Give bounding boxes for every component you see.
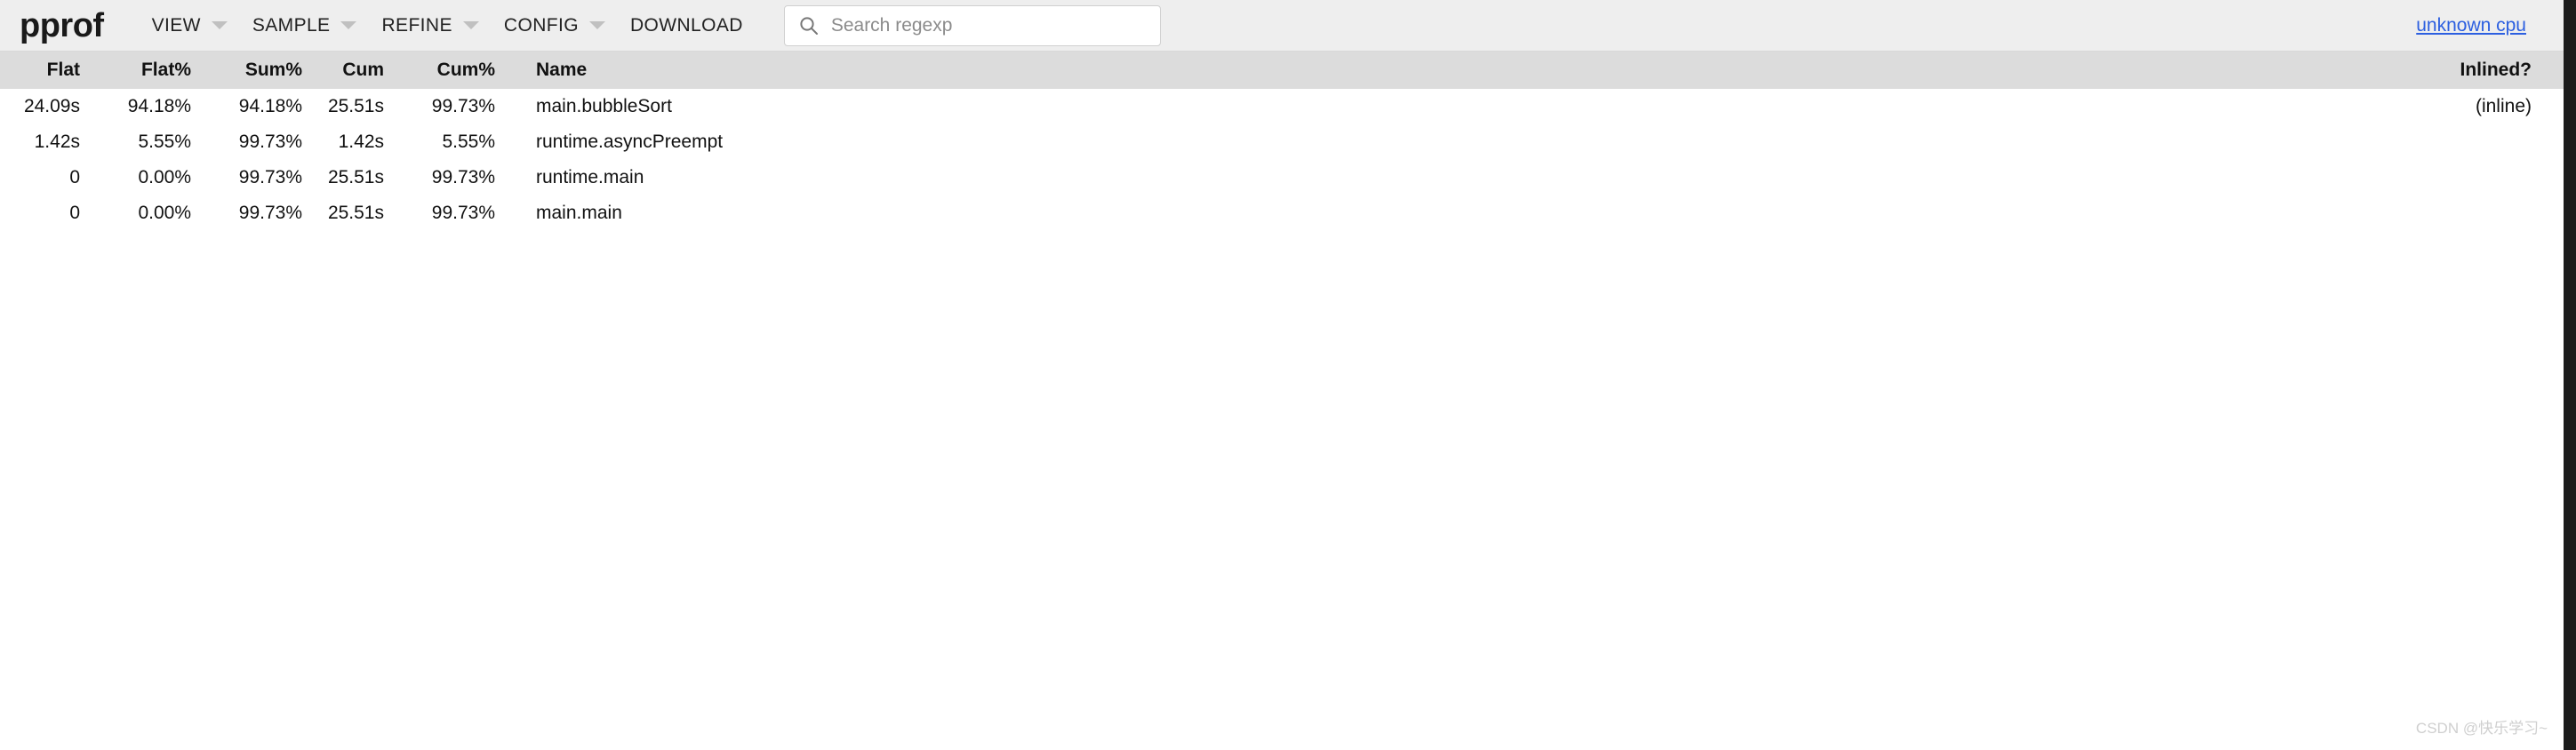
cell-flat: 24.09s <box>23 96 80 116</box>
menu-item-refine[interactable]: REFINE <box>369 0 491 51</box>
menu-item-sample[interactable]: SAMPLE <box>240 0 370 51</box>
cell-name[interactable]: runtime.main <box>495 160 2300 195</box>
cell-cum: 25.51s <box>327 203 384 223</box>
cell-inlined <box>2300 195 2564 231</box>
cell-inlined: (inline) <box>2475 96 2532 116</box>
table-header-row: Flat Flat% Sum% Cum Cum% Name Inlined? <box>0 52 2564 89</box>
cell-inlined <box>2300 160 2564 195</box>
cell-cum-pct: 99.73% <box>431 203 495 223</box>
cell-cum-pct: 5.55% <box>442 132 495 152</box>
table-body: 24.09s 94.18% 94.18% 25.51s 99.73% main.… <box>0 89 2564 231</box>
cell-cum-pct: 99.73% <box>431 96 495 116</box>
cell-cum: 25.51s <box>327 167 384 188</box>
table-row[interactable]: 0 0.00% 99.73% 25.51s 99.73% runtime.mai… <box>0 160 2564 195</box>
cell-flat-pct: 94.18% <box>127 96 191 116</box>
cell-flat-pct: 5.55% <box>138 132 191 152</box>
cell-inlined <box>2300 124 2564 160</box>
column-header-sum-pct[interactable]: Sum% <box>191 52 302 89</box>
main-menu: VIEW SAMPLE REFINE CONFIG DOWNLOAD <box>140 0 756 51</box>
cell-cum-pct: 99.73% <box>431 167 495 188</box>
table-row[interactable]: 1.42s 5.55% 99.73% 1.42s 5.55% runtime.a… <box>0 124 2564 160</box>
column-header-inlined[interactable]: Inlined? <box>2300 52 2564 89</box>
column-header-cum[interactable]: Cum <box>302 52 384 89</box>
search-input[interactable] <box>783 4 1161 46</box>
profile-type-link[interactable]: unknown cpu <box>2416 15 2526 36</box>
cell-cum: 1.42s <box>338 132 384 152</box>
menu-item-label: CONFIG <box>503 14 579 36</box>
cell-name[interactable]: main.bubbleSort <box>495 89 2300 124</box>
cell-flat-pct: 0.00% <box>138 167 191 188</box>
table-row[interactable]: 0 0.00% 99.73% 25.51s 99.73% main.main <box>0 195 2564 231</box>
toolbar: pprof VIEW SAMPLE REFINE CONFIG DOWNLOAD <box>0 0 2564 52</box>
cell-flat-pct: 0.00% <box>138 203 191 223</box>
chevron-down-icon <box>211 21 228 29</box>
menu-item-label: DOWNLOAD <box>629 14 743 36</box>
watermark: CSDN @快乐学习~ <box>2415 720 2548 737</box>
cell-sum-pct: 99.73% <box>238 167 302 188</box>
column-header-flat[interactable]: Flat <box>0 52 80 89</box>
column-header-flat-pct[interactable]: Flat% <box>80 52 191 89</box>
menu-item-label: VIEW <box>151 14 201 36</box>
column-header-name[interactable]: Name <box>495 52 2300 89</box>
profile-table: Flat Flat% Sum% Cum Cum% Name Inlined? 2… <box>0 52 2564 231</box>
cell-cum: 25.51s <box>327 96 384 116</box>
menu-item-label: REFINE <box>381 14 452 36</box>
cell-name[interactable]: runtime.asyncPreempt <box>495 124 2300 160</box>
chevron-down-icon <box>588 21 605 29</box>
cell-name[interactable]: main.main <box>495 195 2300 231</box>
cell-sum-pct: 99.73% <box>238 203 302 223</box>
app-logo: pprof <box>20 6 104 44</box>
cell-flat: 0 <box>69 203 80 223</box>
menu-item-download[interactable]: DOWNLOAD <box>618 0 756 51</box>
cell-flat: 1.42s <box>34 132 80 152</box>
cell-sum-pct: 94.18% <box>238 96 302 116</box>
chevron-down-icon <box>340 21 357 29</box>
table-header: Flat Flat% Sum% Cum Cum% Name Inlined? <box>0 52 2564 89</box>
column-header-cum-pct[interactable]: Cum% <box>384 52 495 89</box>
pprof-window: pprof VIEW SAMPLE REFINE CONFIG DOWNLOAD <box>0 0 2564 750</box>
cell-flat: 0 <box>69 167 80 188</box>
menu-item-view[interactable]: VIEW <box>140 0 240 51</box>
cell-sum-pct: 99.73% <box>238 132 302 152</box>
table-row[interactable]: 24.09s 94.18% 94.18% 25.51s 99.73% main.… <box>0 89 2564 124</box>
menu-item-label: SAMPLE <box>252 14 331 36</box>
chevron-down-icon <box>462 21 479 29</box>
search-container <box>783 4 1161 46</box>
menu-item-config[interactable]: CONFIG <box>492 0 618 51</box>
